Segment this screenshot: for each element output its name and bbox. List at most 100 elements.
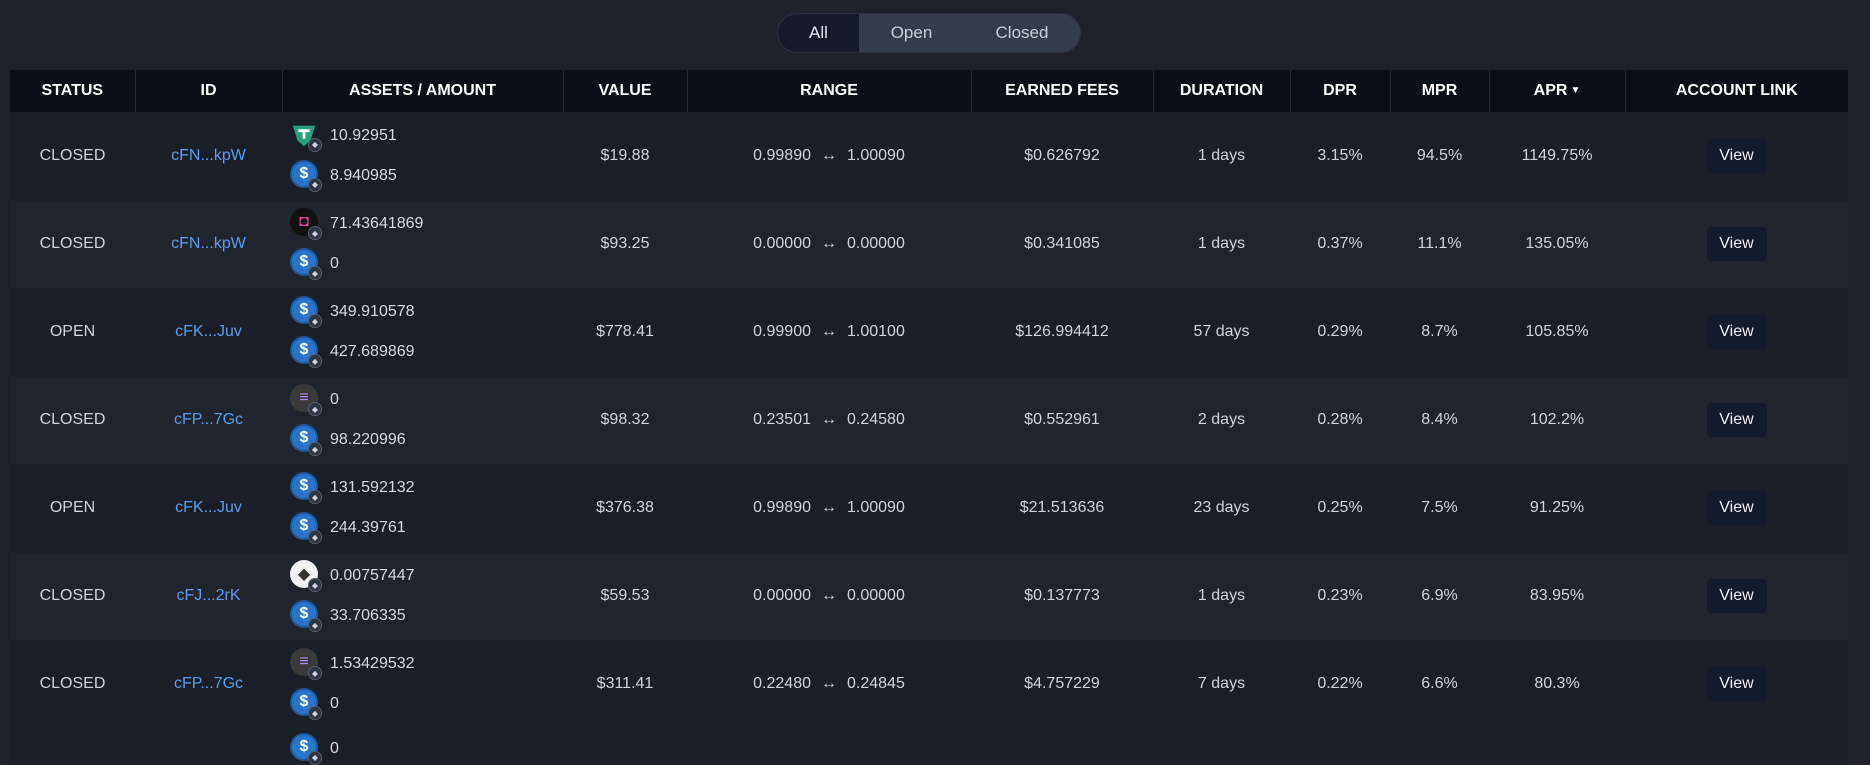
- range-high: 1.00090: [847, 146, 905, 164]
- id-cell: cFK...Juv: [135, 464, 282, 553]
- usdc-icon: $ ◆: [290, 159, 322, 192]
- header-range[interactable]: RANGE: [687, 70, 972, 112]
- status-cell: CLOSED: [10, 112, 135, 201]
- chain-badge-icon: ◆: [308, 750, 322, 765]
- header-duration[interactable]: DURATION: [1153, 70, 1291, 112]
- header-mpr[interactable]: MPR: [1390, 70, 1490, 112]
- position-id-link[interactable]: cFJ...2rK: [176, 587, 240, 604]
- asset-line: $ ◆ 244.39761: [290, 508, 563, 548]
- header-status[interactable]: STATUS: [10, 70, 136, 112]
- apr-cell: 135.05%: [1489, 200, 1625, 289]
- empty-cell: [563, 728, 687, 764]
- assets-cell: ◆ 10.92951 $ ◆ 8.940985: [282, 112, 563, 201]
- table-row: OPEN cFK...Juv $ ◆ 349.910578 $ ◆ 427.689869 $77…: [10, 288, 1848, 377]
- range-arrow-icon: ↔: [821, 323, 837, 340]
- empty-cell: [1489, 728, 1625, 764]
- chain-badge-icon: ◆: [308, 490, 322, 504]
- range-arrow-icon: ↔: [821, 411, 837, 428]
- range-cell: 0.99890 ↔ 1.00090: [687, 464, 971, 553]
- range-high: 0.00000: [847, 587, 905, 604]
- usdc-icon: $ ◆: [290, 296, 322, 328]
- earned-fees-cell: $21.513636: [971, 464, 1153, 553]
- empty-cell: [971, 728, 1153, 764]
- filter-all-button[interactable]: All: [778, 14, 859, 52]
- filter-closed-button[interactable]: Closed: [964, 14, 1080, 52]
- view-button[interactable]: View: [1706, 403, 1767, 437]
- filter-open-button[interactable]: Open: [859, 14, 964, 52]
- earned-fees-cell: $0.552961: [971, 376, 1153, 465]
- position-id-link[interactable]: cFK...Juv: [175, 323, 242, 340]
- id-cell: cFN...kpW: [135, 112, 282, 201]
- duration-cell: 57 days: [1153, 288, 1290, 377]
- header-assets[interactable]: ASSETS / AMOUNT: [282, 70, 564, 112]
- range-arrow-icon: ↔: [821, 675, 837, 692]
- table-row: CLOSED cFP...7Gc ≡ ◆ 1.53429532 $ ◆ 0 $311.41 0.2…: [10, 640, 1848, 729]
- header-apr[interactable]: APR ▼: [1489, 70, 1626, 112]
- account-link-cell: View: [1625, 112, 1848, 201]
- position-id-link[interactable]: cFP...7Gc: [174, 675, 243, 692]
- usdc-icon: $ ◆: [290, 424, 322, 456]
- range-low: 0.00000: [753, 235, 811, 252]
- asset-amount: 0.00757447: [330, 567, 415, 584]
- asset-line: ≡ ◆ 0: [290, 380, 563, 420]
- header-dpr[interactable]: DPR: [1290, 70, 1391, 112]
- sort-descending-icon: ▼: [1570, 85, 1581, 97]
- duration-cell: 1 days: [1153, 112, 1290, 201]
- position-id-link[interactable]: cFP...7Gc: [174, 411, 243, 428]
- usdc-icon: $ ◆: [290, 600, 322, 632]
- dpr-cell: 0.28%: [1290, 376, 1390, 465]
- dpr-cell: 0.37%: [1290, 200, 1390, 289]
- header-account-link[interactable]: ACCOUNT LINK: [1625, 70, 1848, 112]
- range-high: 1.00090: [847, 499, 905, 516]
- asset-line: $ ◆ 0: [290, 244, 563, 284]
- empty-cell: [135, 728, 282, 764]
- assets-cell: $ ◆ 349.910578 $ ◆ 427.689869: [282, 288, 563, 377]
- view-button[interactable]: View: [1706, 579, 1767, 613]
- view-button[interactable]: View: [1706, 315, 1767, 349]
- chain-badge-icon: ◆: [308, 266, 322, 280]
- view-button[interactable]: View: [1706, 667, 1767, 701]
- header-apr-label: APR: [1533, 82, 1568, 99]
- chain-badge-icon: ◆: [308, 402, 322, 416]
- position-id-link[interactable]: cFK...Juv: [175, 499, 242, 516]
- range-low: 0.22480: [753, 675, 811, 692]
- dpr-cell: 0.25%: [1290, 464, 1390, 553]
- apr-cell: 91.25%: [1489, 464, 1625, 553]
- mpr-cell: 8.4%: [1390, 376, 1489, 465]
- dpr-cell: 0.29%: [1290, 288, 1390, 377]
- view-button[interactable]: View: [1706, 138, 1767, 173]
- position-id-link[interactable]: cFN...kpW: [171, 147, 246, 164]
- view-button[interactable]: View: [1706, 491, 1767, 525]
- asset-line: $ ◆ 427.689869: [290, 332, 563, 372]
- header-value[interactable]: VALUE: [563, 70, 688, 112]
- value-cell: $19.88: [563, 112, 687, 201]
- chain-badge-icon: ◆: [308, 177, 322, 192]
- value-cell: $98.32: [563, 376, 687, 465]
- range-cell: 0.99890 ↔ 1.00090: [687, 112, 971, 201]
- empty-cell: [10, 728, 135, 764]
- header-id[interactable]: ID: [135, 70, 283, 112]
- asset-amount: 0: [330, 255, 339, 272]
- asset-amount: 0: [330, 391, 339, 408]
- range-low: 0.23501: [753, 411, 811, 428]
- mpr-cell: 7.5%: [1390, 464, 1489, 553]
- duration-cell: 7 days: [1153, 640, 1290, 729]
- apr-cell: 105.85%: [1489, 288, 1625, 377]
- view-button[interactable]: View: [1706, 227, 1767, 261]
- assets-cell: $ ◆ 0: [282, 728, 563, 765]
- value-cell: $376.38: [563, 464, 687, 553]
- asset-line: $ ◆ 33.706335: [290, 596, 563, 636]
- header-earned-fees[interactable]: EARNED FEES: [971, 70, 1154, 112]
- value-cell: $93.25: [563, 200, 687, 289]
- empty-cell: [687, 728, 971, 764]
- asset-amount: 71.43641869: [330, 215, 424, 232]
- sol-icon: ≡ ◆: [290, 384, 322, 416]
- apr-cell: 102.2%: [1489, 376, 1625, 465]
- earned-fees-cell: $126.994412: [971, 288, 1153, 377]
- duration-cell: 23 days: [1153, 464, 1290, 553]
- usdc-icon: $ ◆: [290, 472, 322, 504]
- position-id-link[interactable]: cFN...kpW: [171, 235, 246, 252]
- usdc-icon: $ ◆: [290, 732, 322, 765]
- chain-badge-icon: ◆: [308, 618, 322, 632]
- duration-cell: 2 days: [1153, 376, 1290, 465]
